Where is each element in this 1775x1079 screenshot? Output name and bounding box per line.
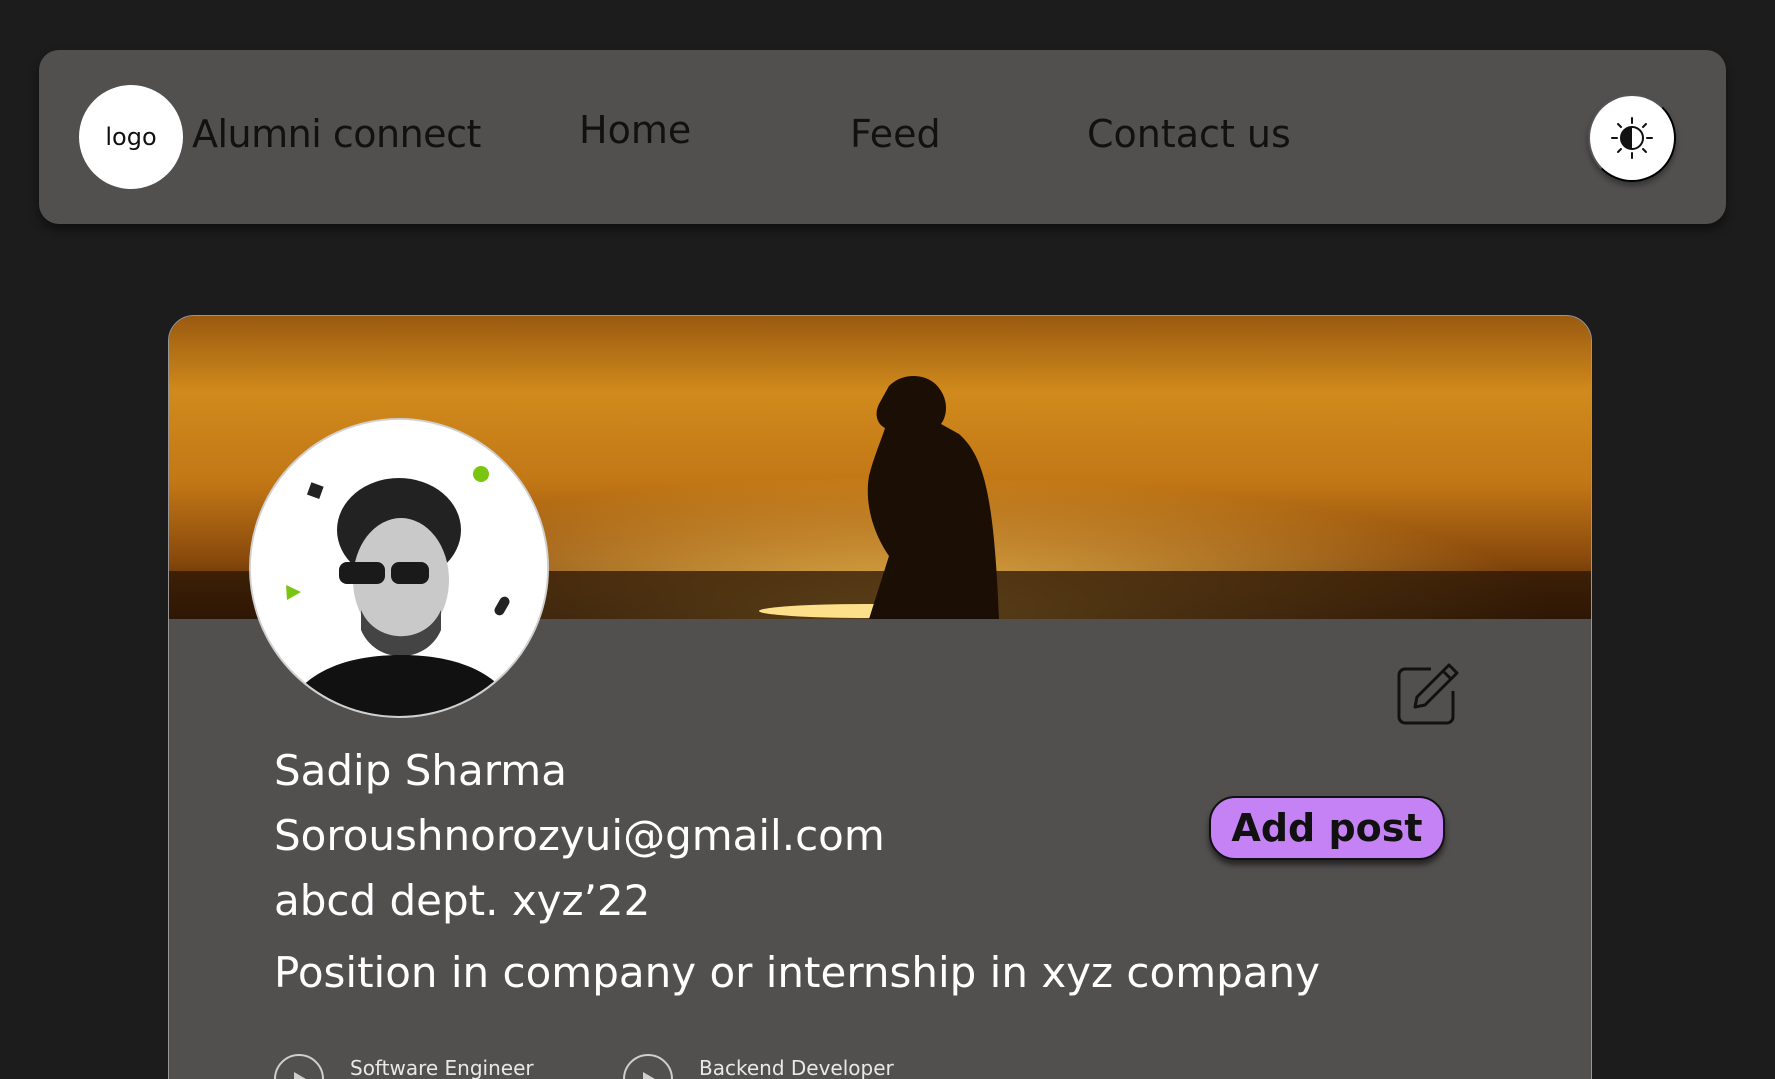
nav-link-feed[interactable]: Feed (850, 112, 941, 156)
tag-label: Software Engineer (350, 1056, 534, 1079)
contrast-sun-icon (1611, 117, 1653, 159)
profile-email: Soroushnorozyui@gmail.com (274, 811, 885, 860)
navbar: logo Alumni connect Home Feed Contact us (39, 50, 1726, 224)
play-circle-icon (274, 1054, 324, 1079)
logo-label: logo (105, 123, 157, 151)
edit-profile-button[interactable] (1395, 661, 1461, 727)
tag-software-engineer[interactable]: Software Engineer (274, 1046, 534, 1079)
add-post-button[interactable]: Add post (1209, 796, 1445, 860)
nav-link-contact-us[interactable]: Contact us (1087, 112, 1291, 156)
profile-card: Sadip Sharma Soroushnorozyui@gmail.com a… (168, 315, 1592, 1079)
play-circle-icon (623, 1054, 673, 1079)
tag-backend-developer[interactable]: Backend Developer (623, 1046, 894, 1079)
nav-link-home[interactable]: Home (579, 108, 691, 152)
theme-toggle-button[interactable] (1588, 94, 1676, 182)
profile-name: Sadip Sharma (274, 746, 567, 795)
avatar-portrait (251, 420, 547, 716)
profile-department: abcd dept. xyz’22 (274, 876, 651, 925)
logo[interactable]: logo (79, 85, 183, 189)
tag-label: Backend Developer (699, 1056, 894, 1079)
edit-icon (1397, 663, 1459, 725)
profile-position: Position in company or internship in xyz… (274, 948, 1321, 997)
profile-avatar (249, 418, 549, 718)
brand-name: Alumni connect (192, 112, 481, 156)
